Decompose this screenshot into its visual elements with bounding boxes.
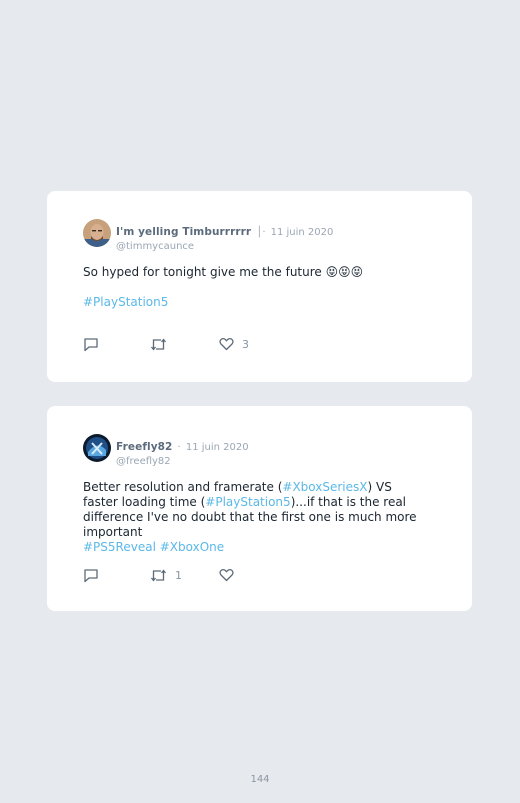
retweet-button[interactable] <box>150 337 175 352</box>
heart-icon <box>219 569 234 582</box>
author-handle[interactable]: @timmycaunce <box>116 241 333 252</box>
separator: · <box>177 442 181 453</box>
avatar[interactable] <box>83 219 111 247</box>
hashtag-link[interactable]: #XboxOne <box>160 540 224 554</box>
separator: │· <box>256 227 266 238</box>
reply-button[interactable] <box>83 568 107 583</box>
like-button[interactable] <box>219 568 242 582</box>
tweet-header: Freefly82 · 11 juin 2020 @freefly82 <box>116 435 249 467</box>
tweet-header: I'm yelling Timburrrrrr │· 11 juin 2020 … <box>116 220 333 252</box>
tweet-date[interactable]: 11 juin 2020 <box>271 227 334 238</box>
heart-icon <box>219 338 234 351</box>
tweet-actions: 3 <box>83 337 283 353</box>
tweet-text: Better resolution and framerate (#XboxSe… <box>83 480 428 555</box>
retweet-count: 1 <box>175 569 182 582</box>
tweet-actions: 1 <box>83 568 283 584</box>
avatar[interactable] <box>83 434 111 462</box>
hashtag-link[interactable]: #PlayStation5 <box>205 495 290 509</box>
tweet-card: I'm yelling Timburrrrrr │· 11 juin 2020 … <box>47 191 472 382</box>
tweet-date[interactable]: 11 juin 2020 <box>186 442 249 453</box>
tweet-text: So hyped for tonight give me the future … <box>83 265 364 279</box>
retweet-icon <box>150 338 167 351</box>
hashtag-link[interactable]: #XboxSeriesX <box>282 480 367 494</box>
author-name[interactable]: Freefly82 <box>116 441 172 453</box>
author-handle[interactable]: @freefly82 <box>116 456 249 467</box>
like-count: 3 <box>242 337 249 351</box>
author-name[interactable]: I'm yelling Timburrrrrr <box>116 226 251 238</box>
hashtag-link[interactable]: #PS5Reveal <box>83 540 156 554</box>
retweet-icon <box>150 569 167 582</box>
reply-icon <box>84 338 98 352</box>
hashtag-link[interactable]: #PlayStation5 <box>83 295 433 310</box>
tweet-card: Freefly82 · 11 juin 2020 @freefly82 Bett… <box>47 406 472 611</box>
page-number: 144 <box>250 774 270 785</box>
like-button[interactable]: 3 <box>219 337 249 351</box>
tweet-text-part: Better resolution and framerate ( <box>83 480 283 494</box>
reply-icon <box>84 569 98 583</box>
reply-button[interactable] <box>83 337 107 352</box>
retweet-button[interactable]: 1 <box>150 568 182 583</box>
